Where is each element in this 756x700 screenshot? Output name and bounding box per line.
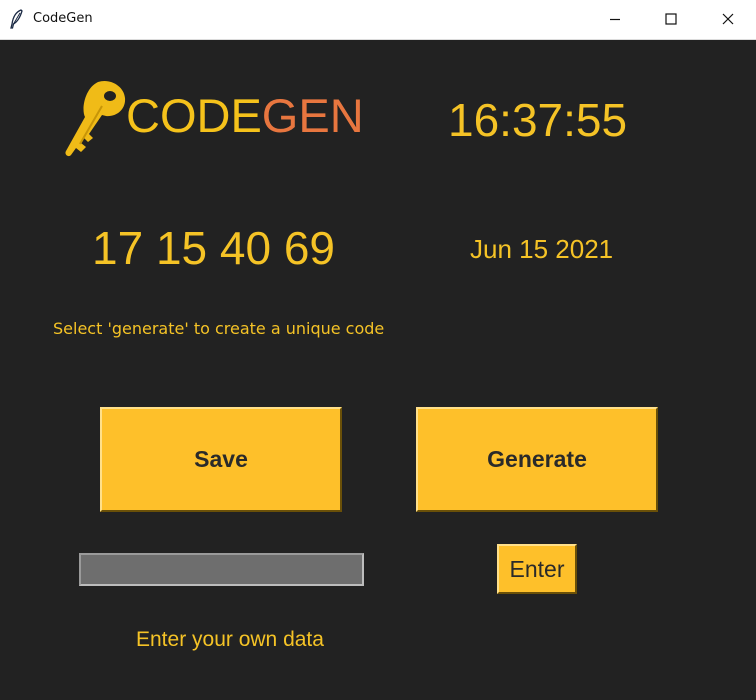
main-panel: CODEGEN 16:37:55 17 15 40 69 Jun 15 2021…: [0, 40, 756, 700]
close-icon: [722, 13, 734, 25]
data-input[interactable]: [79, 553, 364, 586]
save-button[interactable]: Save: [100, 407, 342, 512]
key-icon: [62, 76, 132, 158]
minimize-button[interactable]: [587, 0, 643, 38]
title-bar: CodeGen: [0, 0, 756, 40]
maximize-button[interactable]: [643, 0, 699, 38]
logo-text-gen: GEN: [261, 89, 364, 142]
maximize-icon: [665, 13, 677, 25]
input-hint: Enter your own data: [136, 628, 324, 651]
window-title: CodeGen: [33, 11, 93, 26]
logo-wordmark: CODEGEN: [126, 90, 364, 142]
generate-button[interactable]: Generate: [416, 407, 658, 512]
enter-button[interactable]: Enter: [497, 544, 577, 594]
clock-display: 16:37:55: [448, 94, 628, 146]
close-button[interactable]: [700, 0, 756, 38]
date-display: Jun 15 2021: [470, 234, 614, 264]
generated-code: 17 15 40 69: [92, 222, 336, 274]
minimize-icon: [609, 13, 621, 25]
logo-text-code: CODE: [126, 89, 262, 142]
instruction-text: Select 'generate' to create a unique cod…: [53, 319, 385, 338]
feather-icon: [9, 9, 25, 29]
codegen-logo: CODEGEN: [62, 76, 382, 158]
